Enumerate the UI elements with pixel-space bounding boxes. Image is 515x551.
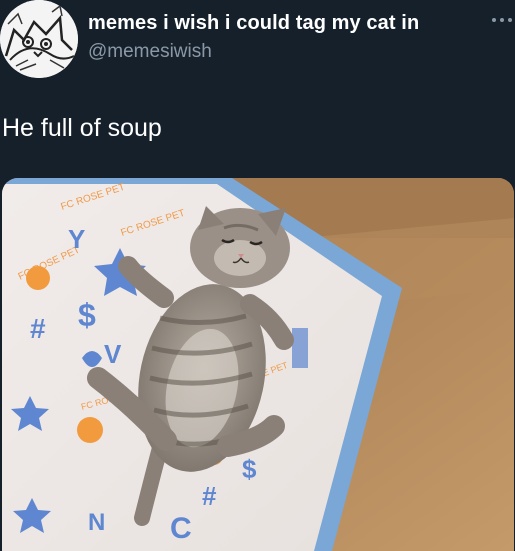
svg-text:V: V: [104, 339, 122, 369]
avatar[interactable]: [0, 0, 78, 78]
cat-photo: FC ROSE PET FC ROSE PET FC ROSE PET FC R…: [2, 178, 514, 551]
svg-text:#: #: [202, 481, 217, 511]
svg-text:N: N: [88, 509, 105, 536]
cat-drawing-avatar-icon: [0, 0, 78, 78]
svg-text:Y: Y: [68, 224, 85, 254]
svg-text:$: $: [78, 297, 96, 333]
svg-text:$: $: [242, 454, 257, 484]
more-options-button[interactable]: [489, 10, 515, 30]
tweet-photo[interactable]: FC ROSE PET FC ROSE PET FC ROSE PET FC R…: [2, 178, 514, 551]
display-name[interactable]: memes i wish i could tag my cat in: [88, 12, 419, 35]
svg-text:#: #: [30, 313, 46, 344]
user-handle[interactable]: @memesiwish: [88, 41, 212, 63]
tweet-text: He full of soup: [2, 114, 162, 142]
more-horizontal-icon: [492, 18, 512, 22]
tweet[interactable]: memes i wish i could tag my cat in @meme…: [0, 0, 515, 551]
svg-text:C: C: [170, 512, 192, 545]
